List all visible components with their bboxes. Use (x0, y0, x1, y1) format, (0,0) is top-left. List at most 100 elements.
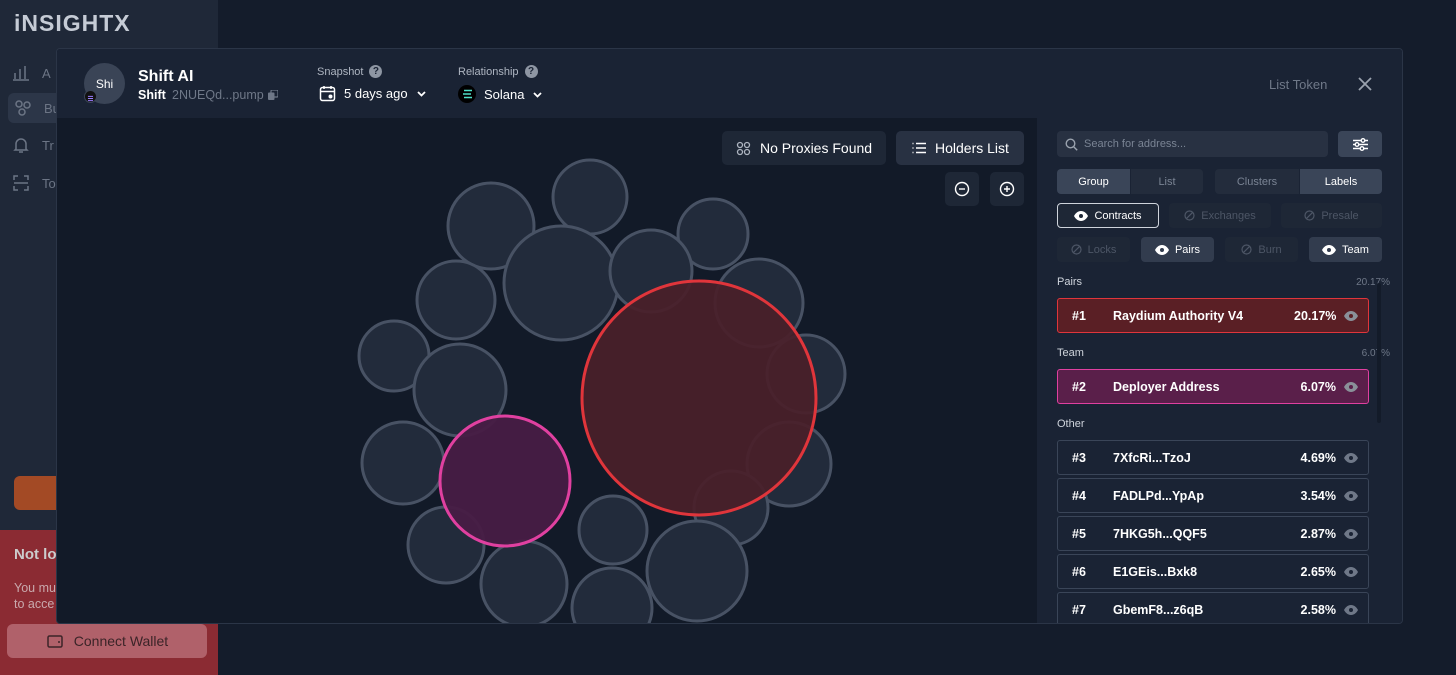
help-icon[interactable]: ? (369, 65, 383, 78)
holder-row[interactable]: #6 E1GEis...Bxk8 2.65% (1057, 554, 1369, 589)
holder-name: Raydium Authority V4 (1113, 308, 1244, 323)
holders-panel: Search for address... Group List Cluster… (1037, 118, 1402, 623)
holder-bubble (415, 259, 497, 341)
zoom-in-button[interactable] (990, 172, 1024, 206)
relationship-select[interactable]: Solana (458, 85, 543, 103)
zoom-in-icon (999, 181, 1015, 197)
relationship-value: Solana (484, 86, 525, 102)
holder-rank: #3 (1072, 450, 1086, 465)
hidden-icon (1241, 244, 1252, 255)
holder-pct: 20.17% (1294, 308, 1337, 323)
search-icon (1065, 137, 1078, 151)
list-token-link[interactable]: List Token (1269, 77, 1327, 92)
bar-chart-icon (13, 66, 29, 81)
sidebar-item-label: To (42, 175, 56, 191)
close-icon[interactable] (1357, 76, 1373, 92)
section-pairs-pct: 20.17% (1356, 277, 1390, 288)
eye-icon[interactable] (1344, 566, 1358, 577)
eye-icon[interactable] (1344, 381, 1358, 392)
search-input[interactable]: Search for address... (1057, 131, 1328, 157)
holder-bubble (551, 158, 629, 236)
tab-group[interactable]: Group (1057, 169, 1130, 194)
holder-rank: #7 (1072, 602, 1086, 617)
no-proxies-label: No Proxies Found (760, 140, 873, 156)
eye-icon (1154, 244, 1169, 255)
holder-row[interactable]: #4 FADLPd...YpAp 3.54% (1057, 478, 1369, 513)
solana-icon (458, 85, 476, 103)
token-name: Shift AI (138, 68, 194, 85)
holder-row[interactable]: #7 GbemF8...z6qB 2.58% (1057, 592, 1369, 623)
sidebar-item-label: Tr (42, 137, 54, 153)
copy-icon[interactable] (268, 90, 278, 100)
snapshot-select[interactable]: 5 days ago (319, 85, 427, 102)
token-symbol: Shift (138, 88, 166, 102)
hidden-icon (1184, 210, 1195, 221)
bell-icon (13, 138, 29, 153)
holder-name: GbemF8...z6qB (1113, 602, 1204, 617)
eye-icon[interactable] (1344, 490, 1358, 501)
sidebar-item-label: A (42, 65, 51, 81)
holder-rank: #5 (1072, 526, 1086, 541)
chevron-down-icon (533, 91, 543, 98)
holder-rank: #6 (1072, 564, 1086, 579)
holder-bubble (570, 566, 654, 623)
filter-settings-button[interactable] (1338, 131, 1382, 157)
bubble-map-modal: Shi Shift AI Shift 2NUEQd...pump Snapsho… (56, 48, 1403, 624)
holder-row[interactable]: #1 Raydium Authority V4 20.17% (1057, 298, 1369, 333)
holder-name: Deployer Address (1113, 379, 1220, 394)
help-icon[interactable]: ? (524, 65, 538, 78)
token-address[interactable]: 2NUEQd...pump (172, 88, 264, 102)
holder-bubble-deployer (438, 414, 572, 548)
filter-pairs[interactable]: Pairs (1141, 237, 1214, 262)
scrollbar[interactable] (1377, 283, 1381, 423)
filter-locks[interactable]: Locks (1057, 237, 1130, 262)
snapshot-label: Snapshot? (317, 65, 383, 78)
tab-clusters[interactable]: Clusters (1215, 169, 1299, 194)
eye-icon[interactable] (1344, 310, 1358, 321)
tab-list[interactable]: List (1131, 169, 1203, 194)
connect-wallet-label: Connect Wallet (73, 633, 169, 649)
section-team-title: Team (1057, 347, 1084, 359)
section-pairs-title: Pairs (1057, 276, 1083, 288)
zoom-out-icon (954, 181, 970, 197)
holder-rank: #2 (1072, 379, 1086, 394)
eye-icon (1074, 210, 1089, 221)
holders-list-button[interactable]: Holders List (896, 131, 1024, 165)
no-proxies-button[interactable]: No Proxies Found (722, 131, 886, 165)
holder-pct: 6.07% (1300, 379, 1336, 394)
filter-contracts[interactable]: Contracts (1057, 203, 1159, 228)
chain-badge-icon (84, 90, 97, 103)
bubble-map-canvas[interactable]: No Proxies Found Holders List (57, 118, 1037, 624)
zoom-out-button[interactable] (945, 172, 979, 206)
connect-wallet-button[interactable]: Connect Wallet (7, 624, 207, 658)
section-other-title: Other (1057, 418, 1085, 430)
bubble-map[interactable] (57, 118, 1037, 624)
login-title: Not lo (14, 546, 57, 563)
holder-pct: 2.58% (1300, 602, 1336, 617)
holder-bubble (645, 519, 749, 623)
calendar-icon (319, 86, 336, 102)
filter-presale[interactable]: Presale (1281, 203, 1382, 228)
holder-pct: 2.87% (1300, 526, 1336, 541)
hidden-icon (1304, 210, 1315, 221)
holder-name: 7XfcRi...TzoJ (1113, 450, 1191, 465)
holder-row[interactable]: #5 7HKG5h...QQF5 2.87% (1057, 516, 1369, 551)
eye-icon[interactable] (1344, 604, 1358, 615)
eye-icon[interactable] (1344, 528, 1358, 539)
hidden-icon (1071, 244, 1082, 255)
search-placeholder: Search for address... (1084, 138, 1187, 150)
holders-list-label: Holders List (935, 140, 1009, 156)
holder-row[interactable]: #3 7XfcRi...TzoJ 4.69% (1057, 440, 1369, 475)
modal-header: Shi Shift AI Shift 2NUEQd...pump Snapsho… (57, 49, 1402, 118)
holder-pct: 3.54% (1300, 488, 1336, 503)
filter-burn[interactable]: Burn (1225, 237, 1298, 262)
holder-bubble (360, 420, 446, 506)
holder-row[interactable]: #2 Deployer Address 6.07% (1057, 369, 1369, 404)
tab-labels[interactable]: Labels (1300, 169, 1382, 194)
holder-rank: #1 (1072, 308, 1086, 323)
eye-icon[interactable] (1344, 452, 1358, 463)
chevron-down-icon (416, 91, 426, 97)
filter-team[interactable]: Team (1309, 237, 1382, 262)
wallet-icon (47, 635, 63, 648)
filter-exchanges[interactable]: Exchanges (1169, 203, 1271, 228)
